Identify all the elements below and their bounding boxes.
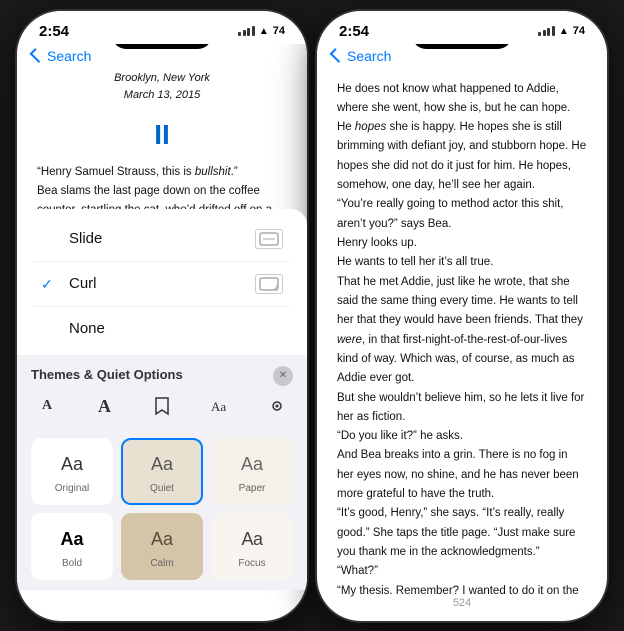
back-button-right[interactable]: Search	[333, 48, 391, 64]
close-button[interactable]: ✕	[273, 366, 293, 386]
curl-label: Curl	[61, 272, 255, 296]
theme-name-original: Original	[55, 481, 89, 497]
bookmark-button[interactable]	[146, 392, 178, 420]
theme-name-focus: Focus	[238, 556, 265, 572]
theme-name-paper: Paper	[239, 481, 266, 497]
theme-card-quiet[interactable]: Aa Quiet	[121, 438, 203, 505]
right-para-8: And Bea breaks into a grin. There is no …	[337, 446, 587, 504]
right-para-5: That he met Addie, just like he wrote, t…	[337, 273, 587, 389]
slide-options: Slide ✓ Curl None	[17, 209, 307, 355]
theme-name-quiet: Quiet	[150, 481, 174, 497]
back-button-left[interactable]: Search	[33, 48, 91, 64]
none-label: None	[61, 317, 283, 341]
book-date: March 13, 2015	[124, 89, 200, 101]
theme-aa-focus: Aa	[241, 525, 262, 554]
svg-text:Aa: Aa	[211, 399, 226, 414]
theme-card-original[interactable]: Aa Original	[31, 438, 113, 505]
status-icons-right: ▲ 74	[538, 25, 585, 37]
slide-label: Slide	[61, 227, 255, 251]
theme-name-calm: Calm	[150, 556, 173, 572]
chevron-left-icon-right	[330, 48, 345, 63]
book-content-right: He does not know what happened to Addie,…	[317, 70, 607, 600]
curl-icon	[255, 274, 283, 294]
time-left: 2:54	[39, 23, 69, 40]
back-label-left: Search	[47, 48, 91, 64]
book-para-1: “Henry Samuel Strauss, this is bullshit.…	[37, 163, 287, 182]
right-para-1: He does not know what happened to Addie,…	[337, 80, 587, 196]
theme-card-focus[interactable]: Aa Focus	[211, 513, 293, 580]
wifi-icon: ▲	[259, 26, 269, 37]
signal-icon-right	[538, 26, 555, 36]
battery-label: 74	[273, 25, 285, 37]
toolbar-row: A A Aa	[31, 392, 293, 420]
theme-card-bold[interactable]: Aa Bold	[31, 513, 113, 580]
font-size-large-button[interactable]: A	[89, 392, 121, 420]
status-bar-left: 2:54 ▲ 74	[17, 11, 307, 44]
slide-icon	[255, 229, 283, 249]
themes-title: Themes & Quiet Options	[31, 365, 183, 386]
slide-option-curl[interactable]: ✓ Curl	[33, 262, 291, 307]
right-para-3: Henry looks up.	[337, 234, 587, 253]
chapter-number: II	[37, 113, 287, 158]
right-phone: 2:54 ▲ 74 Search He does not know what	[317, 11, 607, 621]
theme-name-bold: Bold	[62, 556, 82, 572]
right-para-9: “It’s good, Henry,” she says. “It’s real…	[337, 504, 587, 562]
theme-aa-paper: Aa	[241, 450, 263, 479]
page-number: 524	[317, 597, 607, 609]
right-para-10: “What?”	[337, 562, 587, 581]
status-icons-left: ▲ 74	[238, 25, 285, 37]
themes-header: Themes & Quiet Options ✕	[31, 365, 293, 386]
theme-card-paper[interactable]: Aa Paper	[211, 438, 293, 505]
font-size-small-button[interactable]: A	[31, 392, 63, 420]
status-bar-right: 2:54 ▲ 74	[317, 11, 607, 44]
slide-option-none[interactable]: None	[33, 307, 291, 351]
theme-aa-bold: Aa	[60, 525, 83, 554]
theme-aa-calm: Aa	[151, 525, 173, 554]
right-para-7: “Do you like it?” he asks.	[337, 427, 587, 446]
right-para-4: He wants to tell her it’s all true.	[337, 253, 587, 272]
font-button[interactable]: Aa	[204, 392, 236, 420]
time-right: 2:54	[339, 23, 369, 40]
theme-card-calm[interactable]: Aa Calm	[121, 513, 203, 580]
theme-aa-quiet: Aa	[151, 450, 173, 479]
book-header: Brooklyn, New York March 13, 2015	[37, 70, 287, 105]
battery-label-right: 74	[573, 25, 585, 37]
back-label-right: Search	[347, 48, 391, 64]
right-para-6: But she wouldn’t believe him, so he lets…	[337, 389, 587, 428]
themes-grid: Aa Original Aa Quiet Aa Paper Aa Bold	[17, 434, 307, 590]
left-phone: 2:54 ▲ 74 Search Brooklyn, New	[17, 11, 307, 621]
book-location: Brooklyn, New York	[114, 72, 210, 84]
right-para-2: “You’re really going to method actor thi…	[337, 195, 587, 234]
book-content-left: Brooklyn, New York March 13, 2015 II “He…	[17, 70, 307, 590]
slide-option-slide[interactable]: Slide	[33, 217, 291, 262]
curl-check: ✓	[41, 273, 61, 295]
wifi-icon-right: ▲	[559, 26, 569, 37]
theme-aa-original: Aa	[61, 450, 83, 479]
slide-panel: Slide ✓ Curl None	[17, 209, 307, 589]
signal-icon	[238, 26, 255, 36]
display-options-button[interactable]	[261, 392, 293, 420]
themes-section: Themes & Quiet Options ✕ A A Aa	[17, 355, 307, 434]
chevron-left-icon	[30, 48, 45, 63]
